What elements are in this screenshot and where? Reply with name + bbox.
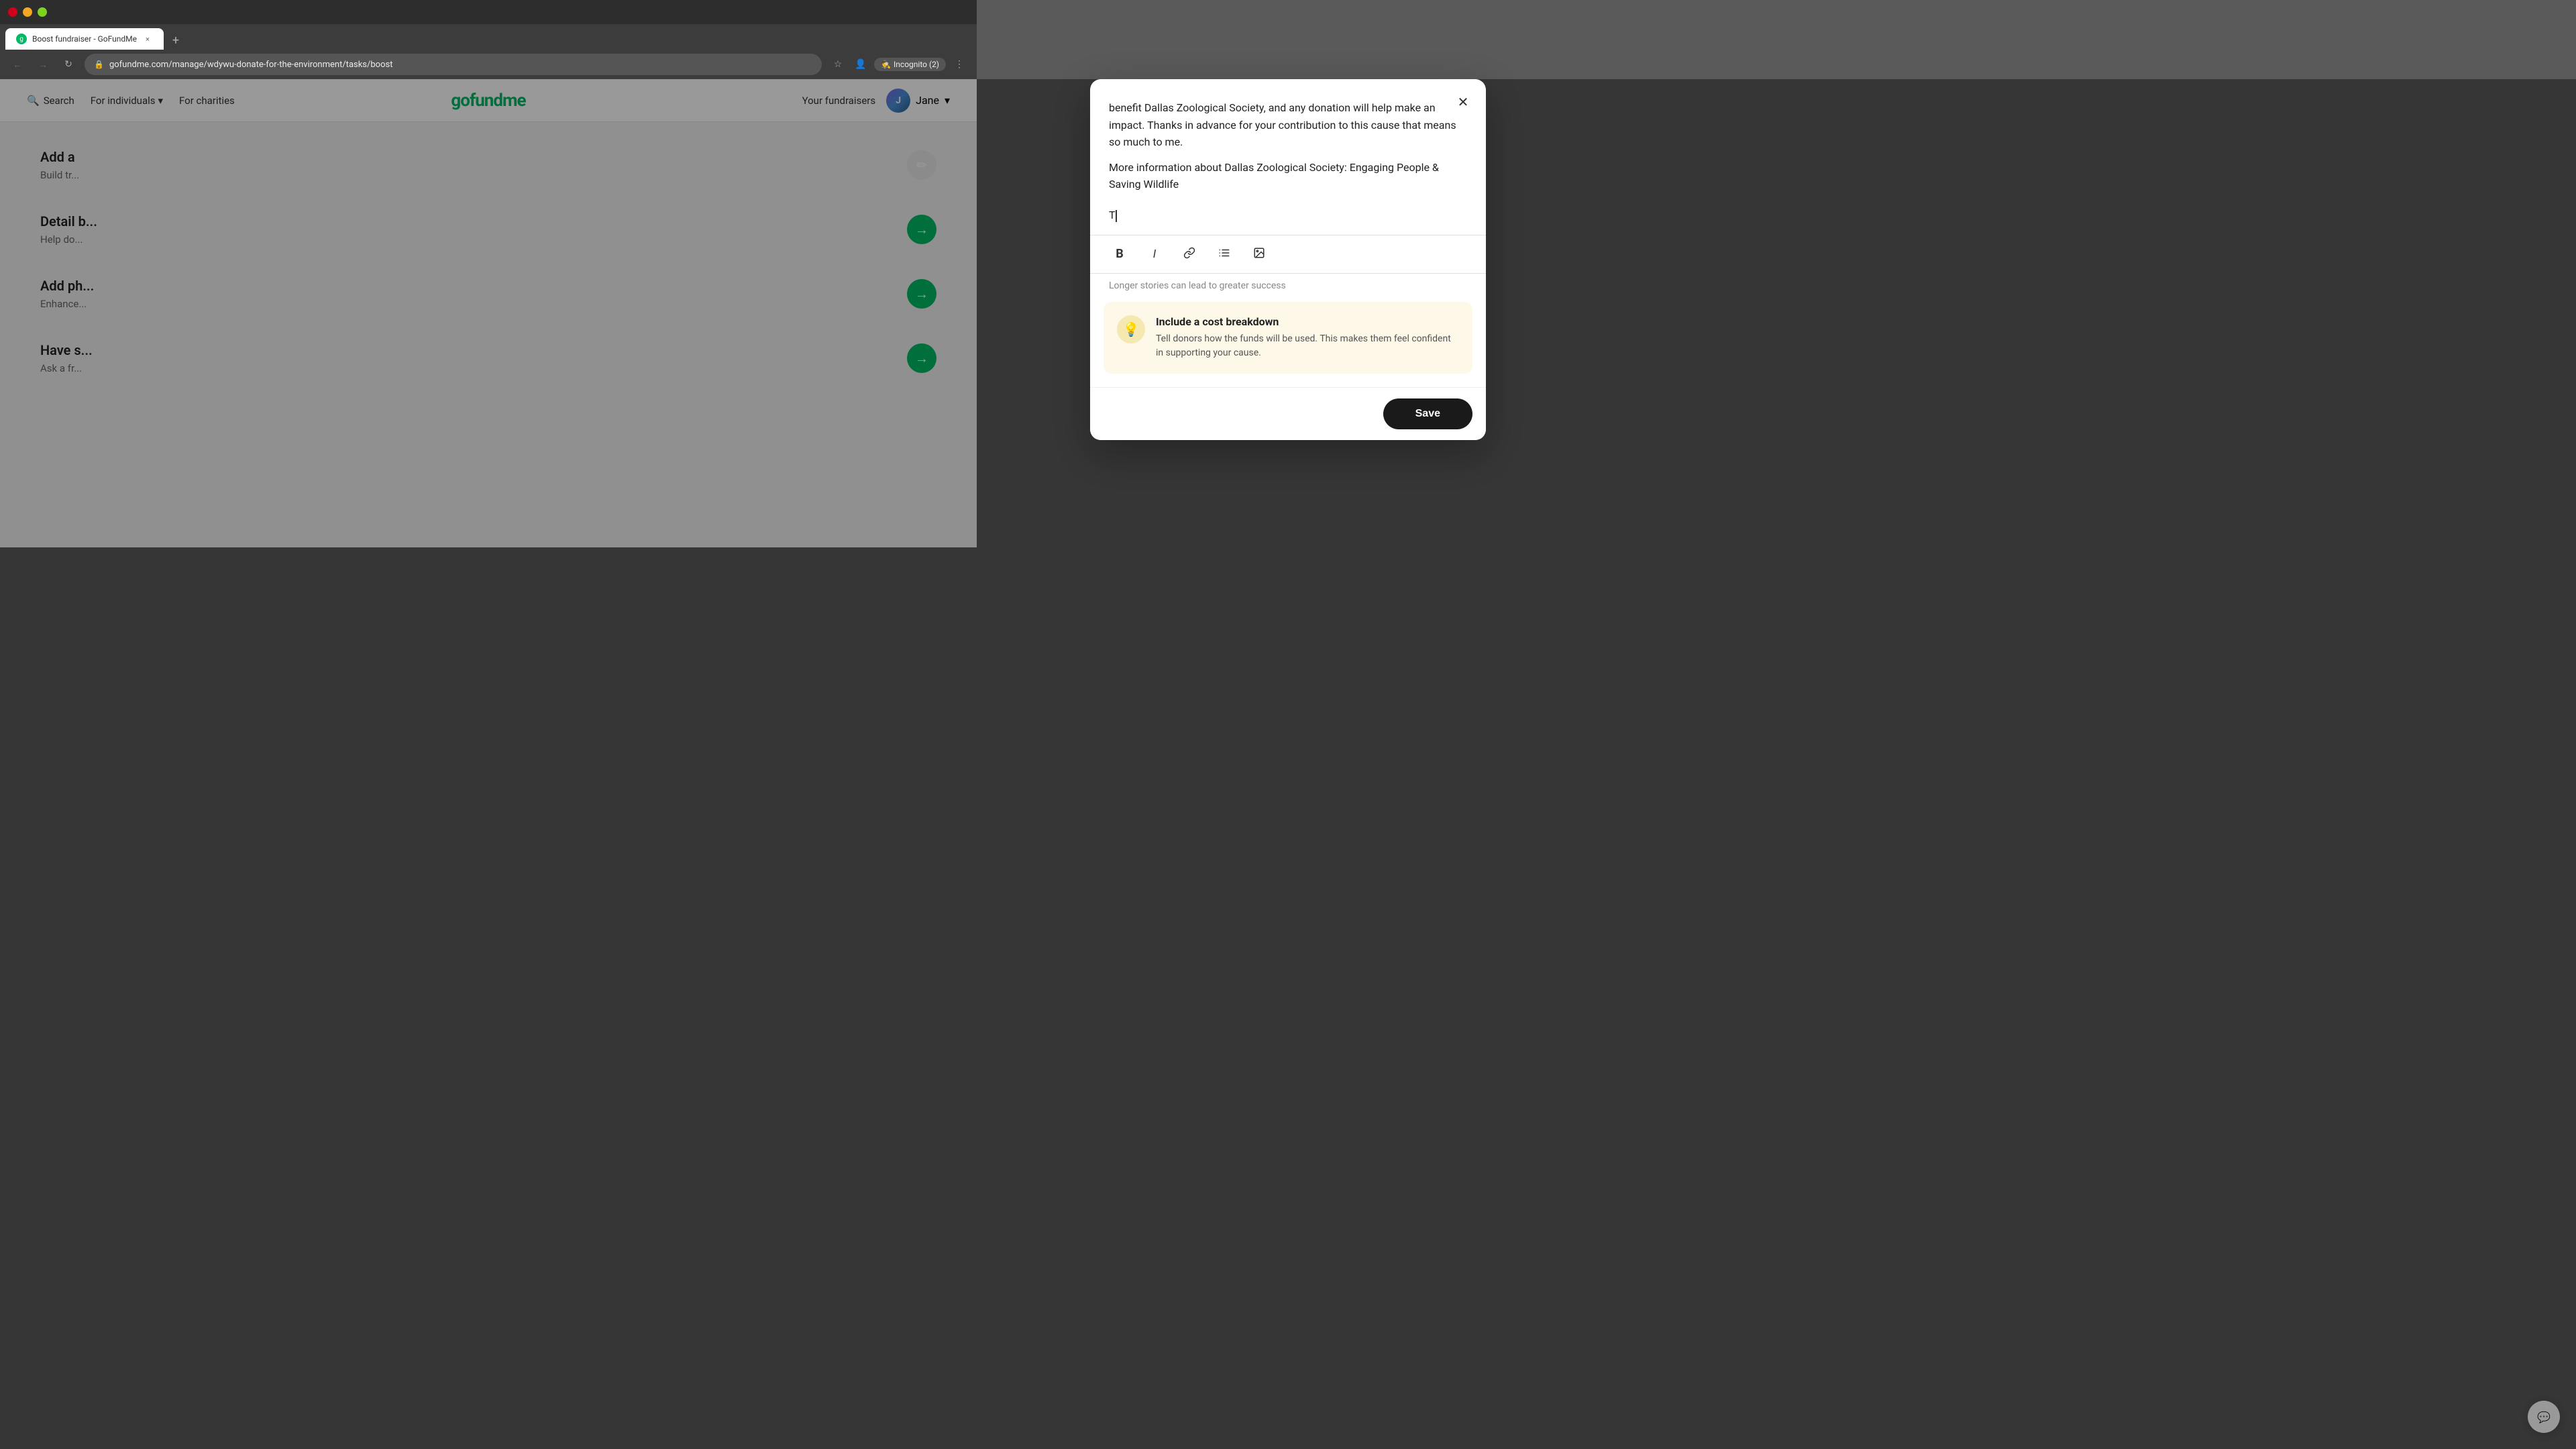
bookmark-btn[interactable]: ☆	[828, 55, 847, 74]
browser-chrome: × − □ g Boost fundraiser - GoFundMe × + …	[0, 0, 977, 79]
minimize-window-btn[interactable]: −	[23, 7, 32, 17]
refresh-btn[interactable]: ↻	[59, 55, 78, 74]
titlebar: × − □	[0, 0, 977, 24]
incognito-icon: 🕵	[881, 60, 891, 69]
incognito-label: Incognito (2)	[894, 60, 939, 69]
browser-toolbar: ← → ↻ 🔒 gofundme.com/manage/wdywu-donate…	[0, 50, 977, 79]
address-bar[interactable]: 🔒 gofundme.com/manage/wdywu-donate-for-t…	[85, 54, 822, 75]
menu-btn[interactable]: ⋮	[950, 55, 969, 74]
new-tab-btn[interactable]: +	[166, 31, 185, 50]
back-btn[interactable]: ←	[8, 55, 27, 74]
incognito-badge: 🕵 Incognito (2)	[874, 58, 946, 71]
page-background: 🔍 Search For individuals ▾ For charities…	[0, 79, 977, 547]
secure-icon: 🔒	[94, 60, 104, 69]
close-window-btn[interactable]: ×	[8, 7, 17, 17]
maximize-window-btn[interactable]: □	[38, 7, 47, 17]
toolbar-actions: ☆ 👤 🕵 Incognito (2) ⋮	[828, 55, 969, 74]
modal-overlay	[0, 79, 977, 547]
profile-btn[interactable]: 👤	[851, 55, 870, 74]
forward-btn[interactable]: →	[34, 55, 52, 74]
active-tab[interactable]: g Boost fundraiser - GoFundMe ×	[5, 28, 164, 50]
url-text: gofundme.com/manage/wdywu-donate-for-the…	[109, 60, 812, 70]
tabs-bar: g Boost fundraiser - GoFundMe × +	[0, 24, 977, 50]
window-controls: × − □	[8, 7, 47, 17]
tab-favicon: g	[16, 34, 27, 44]
tab-close-btn[interactable]: ×	[142, 34, 153, 44]
tab-title: Boost fundraiser - GoFundMe	[32, 34, 137, 44]
